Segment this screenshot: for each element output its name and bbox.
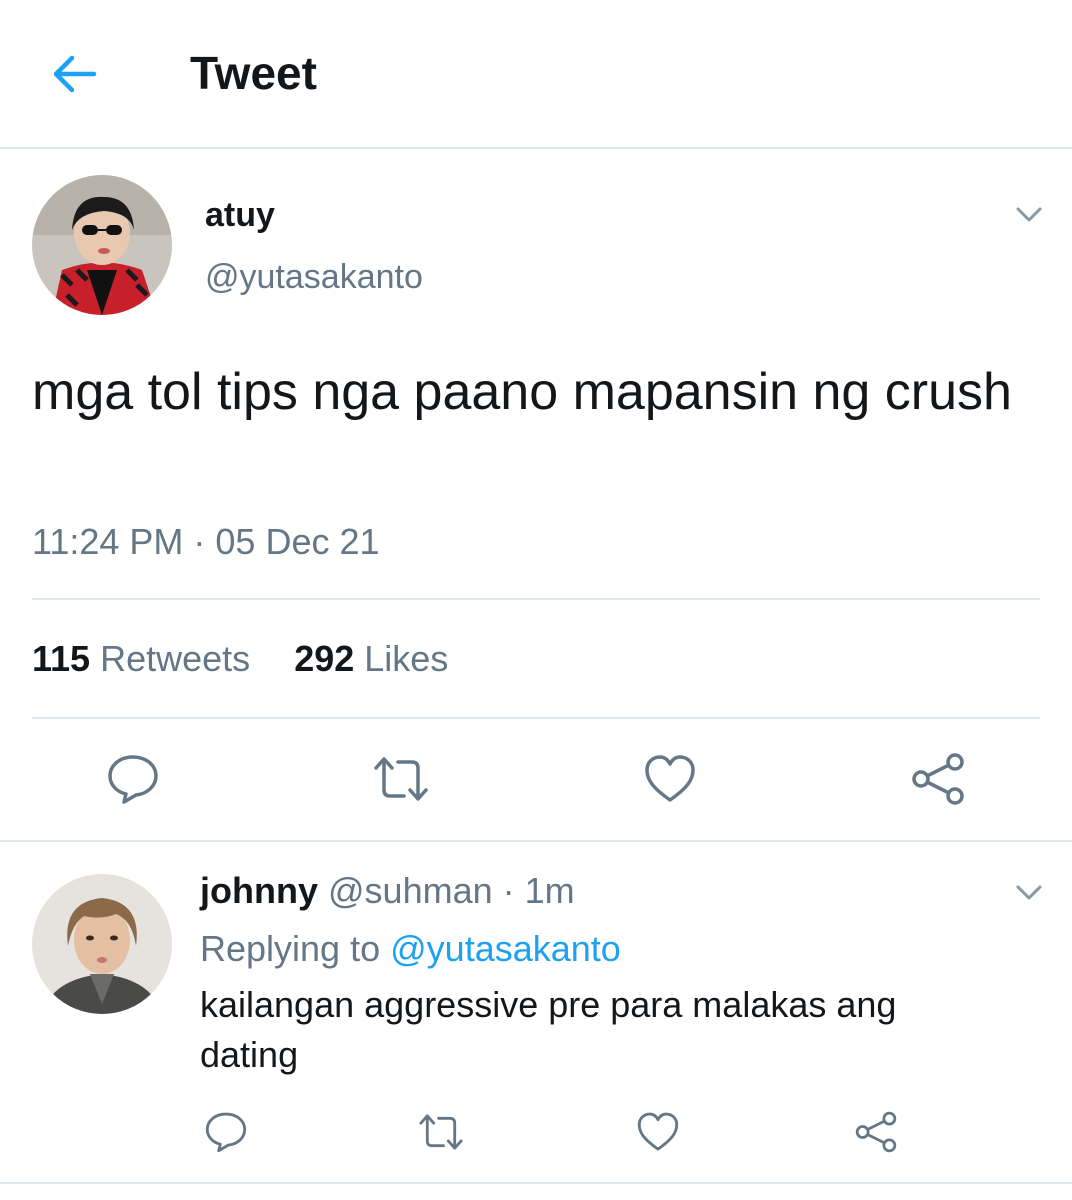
like-icon[interactable]	[643, 752, 697, 806]
share-icon[interactable]	[854, 1110, 898, 1154]
like-icon[interactable]	[636, 1110, 680, 1154]
divider	[32, 717, 1040, 719]
top-bar	[0, 0, 1072, 149]
chevron-down-icon[interactable]	[1012, 880, 1046, 904]
reply-icon[interactable]	[204, 1110, 248, 1154]
retweet-icon[interactable]	[416, 1110, 466, 1154]
divider	[0, 1182, 1072, 1184]
reply-time: · 1m	[502, 870, 575, 911]
tweet-stats: 115 Retweets 292 Likes	[32, 638, 482, 680]
author-avatar[interactable]	[32, 175, 172, 315]
reply-text: kailangan aggressive pre para malakas an…	[200, 984, 897, 1075]
tweet-timestamp: 11:24 PM · 05 Dec 21	[32, 521, 380, 562]
replying-to: Replying to @yutasakanto	[200, 928, 621, 970]
reply-author-avatar[interactable]	[32, 874, 172, 1014]
chevron-down-icon[interactable]	[1012, 202, 1046, 226]
divider	[0, 840, 1072, 842]
retweet-icon[interactable]	[370, 752, 432, 806]
replying-to-label: Replying to	[200, 928, 381, 969]
reply-display-name[interactable]: johnny	[200, 870, 318, 911]
replying-to-handle-link[interactable]: @yutasakanto	[390, 928, 621, 969]
likes-count: 292	[294, 638, 355, 679]
retweets-stat[interactable]: 115 Retweets	[32, 638, 250, 680]
likes-label: Likes	[364, 638, 449, 679]
page-title: Tweet	[190, 47, 317, 99]
author-display-name[interactable]: atuy	[205, 196, 275, 235]
author-handle[interactable]: @yutasakanto	[205, 258, 423, 297]
reply-icon[interactable]	[106, 752, 160, 806]
likes-stat[interactable]: 292 Likes	[294, 638, 448, 680]
reply-handle[interactable]: @suhman	[328, 870, 493, 911]
arrow-left-icon[interactable]	[48, 50, 100, 98]
retweets-count: 115	[32, 638, 91, 679]
reply-header: johnny @suhman · 1m	[200, 870, 575, 912]
retweets-label: Retweets	[100, 638, 251, 679]
tweet-text: mga tol tips nga paano mapansin ng crush	[32, 363, 1012, 421]
divider	[32, 598, 1040, 600]
share-icon[interactable]	[910, 752, 966, 806]
